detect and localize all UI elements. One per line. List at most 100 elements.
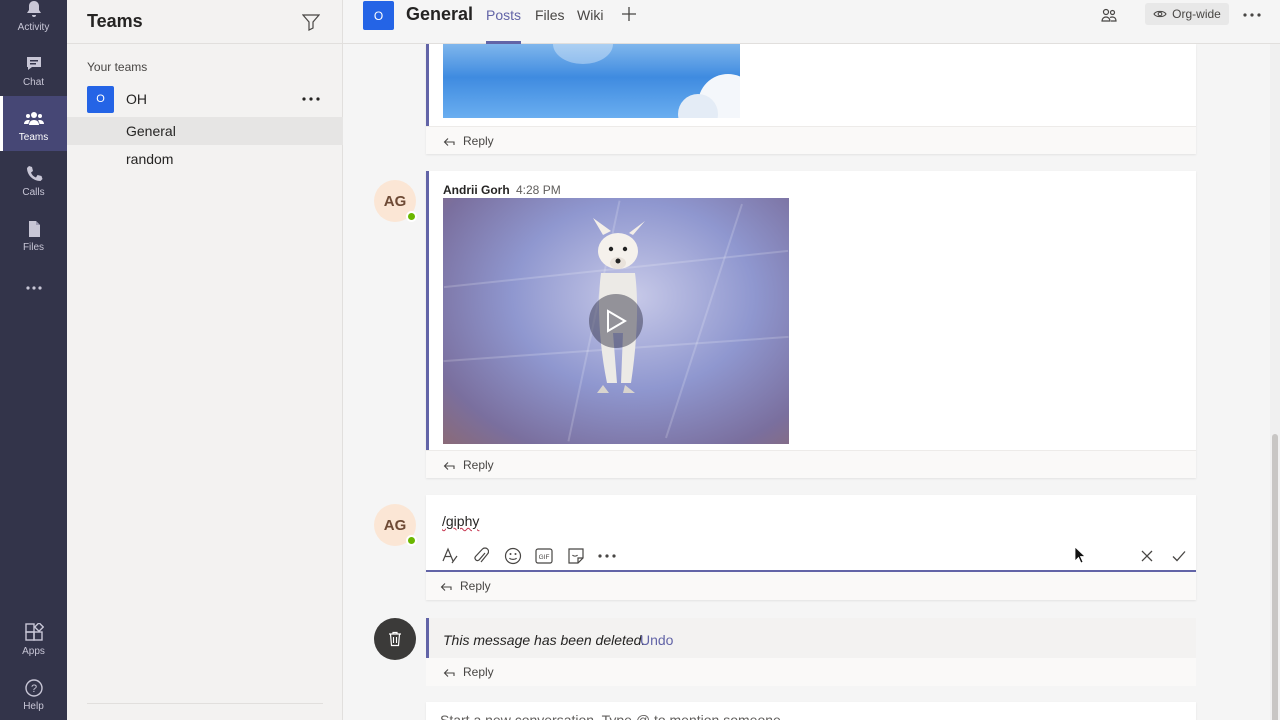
checkmark-icon [1172,551,1186,562]
rail-help-label: Help [23,701,44,712]
team-members-button[interactable] [1099,5,1119,25]
reply-button[interactable]: Reply [426,572,1196,600]
undo-delete-link[interactable]: Undo [640,632,673,648]
channel-name: random [126,151,174,167]
cancel-edit-button[interactable] [1136,546,1158,566]
format-icon [442,547,458,564]
more-icon [302,97,320,101]
trash-icon [389,631,401,647]
presence-available-icon [406,535,417,546]
sky-image[interactable] [443,44,740,118]
rail-apps-label: Apps [22,646,45,657]
more-icon [25,286,42,290]
rail-files[interactable]: Files [0,206,67,261]
file-icon [28,221,40,237]
chat-icon [26,57,41,70]
gif-icon: GIF [535,548,553,564]
panel-header: Teams [67,0,342,44]
edit-message-input[interactable]: /giphy [442,513,479,529]
rail-teams[interactable]: Teams [0,96,67,151]
tab-files[interactable]: Files [535,7,565,44]
confirm-edit-button[interactable] [1168,546,1190,566]
more-icon [598,554,616,558]
tab-posts[interactable]: Posts [486,7,522,44]
teams-icon [23,112,44,125]
emoji-icon [504,547,522,565]
reply-button[interactable]: Reply [426,658,1196,686]
team-more-button[interactable] [299,89,323,109]
play-icon [607,309,627,333]
reply-button[interactable]: Reply [426,450,1196,478]
sticker-button[interactable] [565,546,587,566]
scrollbar[interactable] [1270,44,1280,720]
channel-more-button[interactable] [1241,5,1263,25]
team-row-oh[interactable]: O OH [67,84,343,114]
bell-icon [26,1,41,17]
reply-icon [443,461,455,470]
rail-more[interactable] [0,262,67,317]
deleted-message-card: This message has been deleted. Undo Repl… [426,618,1196,686]
org-wide-label: Org-wide [1172,7,1221,21]
teams-panel: Teams Your teams O OH General random [67,0,343,720]
message-author[interactable]: Andrii Gorh [443,183,510,197]
reply-label: Reply [460,579,491,593]
rail-chat[interactable]: Chat [0,41,67,96]
emoji-button[interactable] [502,546,524,566]
avatar-initials: AG [383,516,407,534]
channel-avatar: O [363,1,394,30]
avatar[interactable]: AG [374,504,417,546]
rail-activity-label: Activity [17,22,50,33]
rail-calls[interactable]: Calls [0,151,67,206]
filter-button[interactable] [300,11,322,33]
reply-label: Reply [463,665,494,679]
svg-text:GIF: GIF [539,554,550,561]
paperclip-icon [474,547,489,563]
rail-apps[interactable]: Apps [0,610,67,665]
mouse-cursor-icon [1074,546,1086,564]
close-icon [1141,550,1153,562]
phone-icon [26,166,42,181]
channel-random[interactable]: random [67,145,343,173]
add-tab-button[interactable] [620,5,638,23]
reply-label: Reply [463,133,494,148]
deleted-message-avatar [374,618,416,660]
avatar[interactable]: AG [374,180,417,222]
apps-icon [24,623,44,641]
scrollbar-thumb[interactable] [1272,434,1278,720]
org-wide-button[interactable]: Org-wide [1145,3,1229,25]
app-rail: Activity Chat Teams Calls Files Apps ? H… [0,0,67,720]
people-icon [1101,8,1117,22]
reply-button[interactable]: Reply [426,126,1196,154]
channel-name: General [126,123,176,139]
message-card: Andrii Gorh 4:28 PM Reply [426,171,1196,478]
panel-title: Teams [87,11,143,31]
svg-text:?: ? [30,683,36,695]
tab-wiki[interactable]: Wiki [577,7,603,44]
eye-icon [1153,10,1167,18]
new-conversation-input[interactable]: Start a new conversation. Type @ to ment… [426,702,1196,720]
deleted-message-text: This message has been deleted. [443,632,646,648]
reply-icon [440,583,452,591]
team-name: OH [126,91,147,107]
video-thumbnail[interactable] [443,198,789,444]
play-button[interactable] [589,294,643,348]
attach-button[interactable] [470,546,492,566]
reply-icon [443,137,455,146]
rail-activity[interactable]: Activity [0,0,67,41]
your-teams-label: Your teams [87,60,148,74]
rail-help[interactable]: ? Help [0,665,67,720]
channel-general[interactable]: General [67,117,343,145]
rail-teams-label: Teams [18,132,49,143]
more-options-button[interactable] [596,546,618,566]
rail-calls-label: Calls [22,187,45,198]
rail-files-label: Files [22,242,45,253]
help-icon: ? [24,679,43,697]
gif-button[interactable]: GIF [533,546,555,566]
more-icon [1243,13,1261,17]
sticker-icon [568,548,584,564]
channel-title: General [406,4,474,24]
format-button[interactable] [439,546,461,566]
rail-chat-label: Chat [22,77,45,88]
panel-divider [87,703,323,704]
message-time: 4:28 PM [516,183,561,197]
